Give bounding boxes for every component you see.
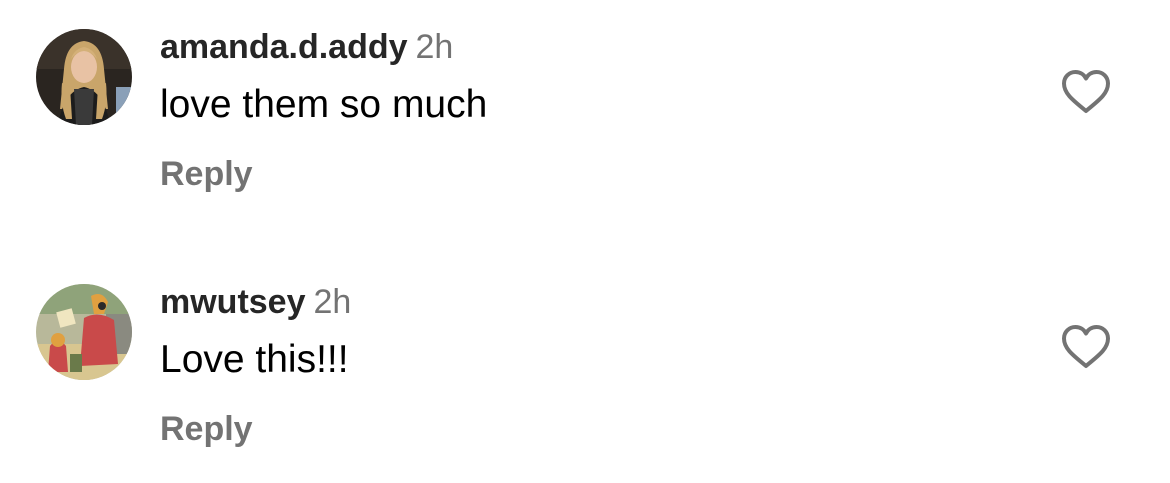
- like-button[interactable]: [1060, 323, 1112, 371]
- comment-header: amanda.d.addy 2h: [160, 27, 453, 67]
- heart-outline-icon: [1062, 325, 1110, 368]
- comment-header: mwutsey 2h: [160, 282, 351, 322]
- heart-outline-icon: [1062, 70, 1110, 113]
- comment-text: Love this!!!: [160, 338, 349, 381]
- username-link[interactable]: mwutsey: [160, 283, 306, 321]
- like-button[interactable]: [1060, 68, 1112, 116]
- comment-text: love them so much: [160, 83, 488, 126]
- avatar[interactable]: [36, 284, 132, 380]
- username-link[interactable]: amanda.d.addy: [160, 28, 408, 66]
- reply-button[interactable]: Reply: [160, 409, 253, 449]
- profile-photo-icon: [36, 284, 132, 380]
- reply-button[interactable]: Reply: [160, 154, 253, 194]
- timestamp: 2h: [415, 28, 454, 66]
- avatar[interactable]: [36, 29, 132, 125]
- comment-item: amanda.d.addy 2h love them so much Reply: [0, 0, 1170, 200]
- comment-item: mwutsey 2h Love this!!! Reply: [0, 255, 1170, 455]
- timestamp: 2h: [313, 283, 352, 321]
- profile-photo-icon: [36, 29, 132, 125]
